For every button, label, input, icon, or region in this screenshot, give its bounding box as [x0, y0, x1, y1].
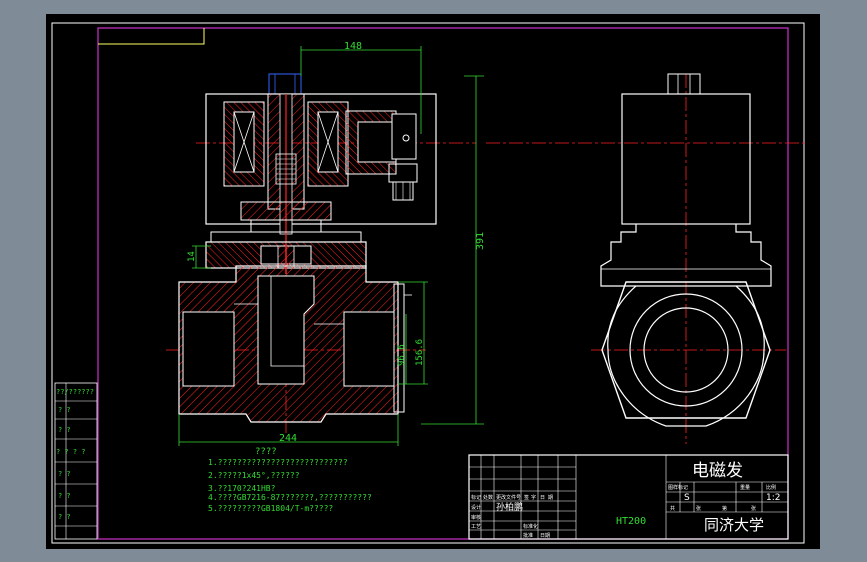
side-view [486, 73, 806, 444]
right-header: 图样标记 [668, 484, 688, 491]
bonnet-plate [240, 201, 332, 221]
material: HT200 [616, 516, 646, 527]
row-label: 日期 [540, 533, 550, 539]
tech-heading: ???? [255, 447, 277, 457]
designer-name: 孙柏鹏 [496, 501, 523, 513]
tech-line-4: 4.????GB7216-87???????,??????????? [208, 493, 372, 502]
sheet-label: S [684, 493, 690, 503]
right-header: 重量 [740, 484, 750, 491]
corner-label-box [98, 28, 205, 45]
strip-label: ? ? [58, 492, 71, 500]
header-label: 标记 [471, 494, 481, 501]
sheet-row: 张 [696, 505, 701, 512]
stem-nut [268, 73, 302, 95]
sheet-row: 张 [751, 505, 756, 512]
strip-label: ??/?????? [56, 388, 94, 396]
tech-line-1: 1.??????????????????????????? [208, 458, 348, 467]
dim-156-6: 156.6 [415, 339, 425, 366]
side-stem-nut [667, 73, 701, 95]
tech-line-3: 3.??170?241HB? [208, 484, 276, 493]
dim-96-6: 96.6 [397, 344, 407, 366]
front-section-view: 148 391 14 96.6 156.6 244 [166, 41, 486, 446]
row-label: 审核 [471, 514, 481, 521]
strip-label: ? ? [58, 406, 71, 414]
tech-line-5: 5.?????????GB1804/T-m????? [208, 504, 333, 513]
dim-391: 391 [475, 232, 486, 250]
row-label: 设计 [471, 504, 481, 511]
strip-label: ? ? [58, 426, 71, 434]
header-label: 处数 [483, 494, 493, 501]
sheet-row: 共 [670, 505, 675, 512]
row-label: 标准化 [523, 523, 538, 530]
strip-label: ? ? [58, 470, 71, 478]
strip-label: ? ? [58, 513, 71, 521]
header-label: 签 [524, 494, 529, 501]
row-label: 工艺 [471, 524, 481, 530]
header-label: 字 [531, 494, 536, 501]
header-label: 日 [540, 495, 545, 501]
side-coil-housing [621, 93, 751, 225]
dim-148: 148 [344, 41, 362, 52]
strip-label: ? ? ? ? [56, 448, 86, 456]
drawing-sheet: ??/?????? ? ? ? ? ? ? ? ? ? ? ? ? ? ? 14… [46, 14, 820, 549]
dim-244: 244 [279, 433, 297, 444]
solenoid-valve-drawing: ??/?????? ? ? ? ? ? ? ? ? ? ? ? ? ? ? 14… [51, 22, 806, 544]
right-header: 比例 [766, 484, 776, 491]
part-name: 电磁发 [692, 461, 743, 481]
left-strip: ??/?????? ? ? ? ? ? ? ? ? ? ? ? ? ? ? [54, 382, 98, 540]
university: 同济大学 [704, 516, 764, 534]
title-block: 标记 处数 更改文件号 签 字 日 期 设计 审核 工艺 标准化 批准 日期 孙… [468, 454, 789, 540]
row-label: 批准 [523, 532, 533, 539]
tech-requirements: ???? 1.??????????????????????????? 2.???… [208, 447, 372, 513]
header-label: 更改文件号 [496, 494, 521, 501]
header-label: 期 [548, 495, 553, 501]
tech-line-2: 2.?????1x45°,?????? [208, 471, 300, 480]
dim-14: 14 [187, 251, 197, 262]
scale: 1:2 [766, 493, 780, 503]
sheet-row: 第 [722, 505, 727, 512]
